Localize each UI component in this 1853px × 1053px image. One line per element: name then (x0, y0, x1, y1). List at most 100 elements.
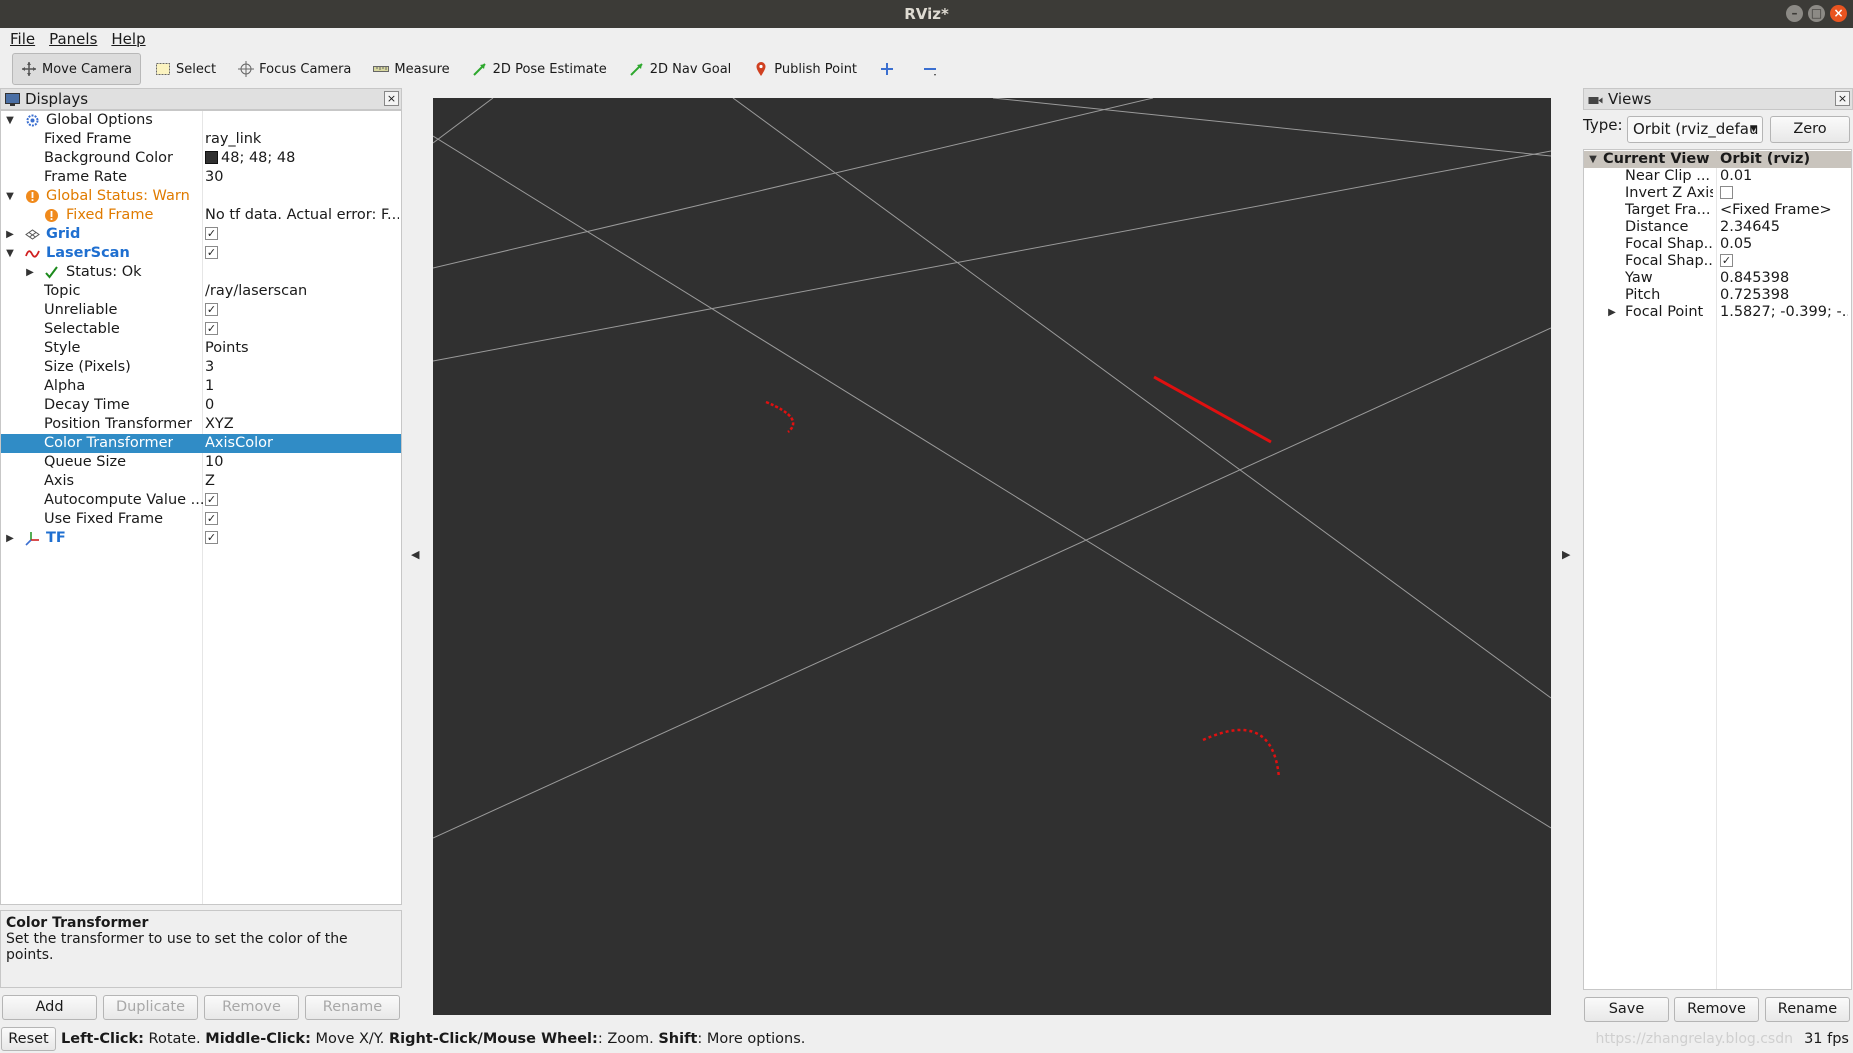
tree-row-status-ok[interactable]: ▶ Status: Ok (1, 263, 401, 282)
close-panel-icon[interactable]: × (384, 91, 399, 106)
fixed-frame-value[interactable]: ray_link (205, 130, 399, 149)
focal-point-value[interactable]: 1.5827; -0.399; -... (1720, 304, 1848, 321)
distance-value[interactable]: 2.34645 (1720, 219, 1848, 236)
tree-row-yaw[interactable]: Yaw 0.845398 (1584, 270, 1851, 287)
collapsed-arrow-icon[interactable]: ▶ (4, 529, 16, 548)
tree-row-distance[interactable]: Distance 2.34645 (1584, 219, 1851, 236)
tree-row-fixed-frame[interactable]: Fixed Frame ray_link (1, 130, 401, 149)
add-tool-button[interactable] (871, 53, 908, 85)
focal-shape-fixed-checkbox[interactable]: ✓ (1720, 253, 1848, 270)
tree-row-frame-rate[interactable]: Frame Rate 30 (1, 168, 401, 187)
decay-time-value[interactable]: 0 (205, 396, 399, 415)
maximize-button[interactable]: □ (1808, 5, 1825, 22)
tree-row-focal-shape-fixed[interactable]: Focal Shap... ✓ (1584, 253, 1851, 270)
tree-row-global-status[interactable]: ▼ Global Status: Warn (1, 187, 401, 206)
tree-row-alpha[interactable]: Alpha 1 (1, 377, 401, 396)
3d-viewport[interactable] (433, 98, 1551, 1015)
menu-panels[interactable]: Panels (49, 28, 97, 50)
near-clip-value[interactable]: 0.01 (1720, 168, 1848, 185)
add-display-button[interactable]: Add (2, 995, 97, 1020)
alpha-value[interactable]: 1 (205, 377, 399, 396)
remove-tool-button[interactable] (914, 53, 951, 85)
menu-help[interactable]: Help (111, 28, 145, 50)
tree-row-selectable[interactable]: Selectable ✓ (1, 320, 401, 339)
target-frame-value[interactable]: <Fixed Frame> (1720, 202, 1848, 219)
tree-row-decay-time[interactable]: Decay Time 0 (1, 396, 401, 415)
collapsed-arrow-icon[interactable]: ▶ (24, 263, 36, 282)
views-tree[interactable]: ▼ Current View Orbit (rviz) Near Clip ..… (1583, 149, 1852, 990)
tree-row-style[interactable]: Style Points (1, 339, 401, 358)
measure-tool[interactable]: Measure (365, 53, 457, 85)
tree-row-position-transformer[interactable]: Position Transformer XYZ (1, 415, 401, 434)
tree-row-autocompute[interactable]: Autocompute Value ... ✓ (1, 491, 401, 510)
laserscan-enabled-checkbox[interactable]: ✓ (205, 244, 399, 263)
minimize-button[interactable]: – (1786, 5, 1803, 22)
selectable-checkbox[interactable]: ✓ (205, 320, 399, 339)
tree-row-topic[interactable]: Topic /ray/laserscan (1, 282, 401, 301)
select-tool[interactable]: Select (147, 53, 224, 85)
expanded-arrow-icon[interactable]: ▼ (1587, 151, 1599, 168)
tree-row-background-color[interactable]: Background Color 48; 48; 48 (1, 149, 401, 168)
render-canvas[interactable] (433, 98, 1551, 1015)
tree-row-unreliable[interactable]: Unreliable ✓ (1, 301, 401, 320)
menu-file[interactable]: File (10, 28, 35, 50)
tree-row-invert-z[interactable]: Invert Z Axis (1584, 185, 1851, 202)
tree-row-current-view[interactable]: ▼ Current View Orbit (rviz) (1584, 151, 1851, 168)
expanded-arrow-icon[interactable]: ▼ (4, 187, 16, 206)
collapsed-arrow-icon[interactable]: ▶ (4, 225, 16, 244)
collapse-right-arrow-icon[interactable]: ▶ (1562, 548, 1570, 561)
tree-row-focal-point[interactable]: ▶ Focal Point 1.5827; -0.399; -... (1584, 304, 1851, 321)
grid-enabled-checkbox[interactable]: ✓ (205, 225, 399, 244)
collapsed-arrow-icon[interactable]: ▶ (1606, 304, 1618, 321)
tree-row-target-frame[interactable]: Target Fra... <Fixed Frame> (1584, 202, 1851, 219)
reset-button[interactable]: Reset (1, 1027, 56, 1051)
nav-goal-tool[interactable]: 2D Nav Goal (621, 53, 740, 85)
rename-display-button[interactable]: Rename (305, 995, 400, 1020)
displays-tree[interactable]: ▼ Global Options Fixed Frame ray_link Ba… (0, 110, 402, 905)
collapse-left-arrow-icon[interactable]: ◀ (411, 548, 419, 561)
tree-row-size[interactable]: Size (Pixels) 3 (1, 358, 401, 377)
pitch-value[interactable]: 0.725398 (1720, 287, 1848, 304)
frame-rate-value[interactable]: 30 (205, 168, 399, 187)
pose-estimate-tool[interactable]: 2D Pose Estimate (464, 53, 615, 85)
position-transformer-value[interactable]: XYZ (205, 415, 399, 434)
expanded-arrow-icon[interactable]: ▼ (4, 244, 16, 263)
tree-row-grid[interactable]: ▶ Grid ✓ (1, 225, 401, 244)
tree-row-axis[interactable]: Axis Z (1, 472, 401, 491)
axis-value[interactable]: Z (205, 472, 399, 491)
save-view-button[interactable]: Save (1584, 997, 1669, 1022)
tree-row-focal-shape-size[interactable]: Focal Shap... 0.05 (1584, 236, 1851, 253)
move-camera-tool[interactable]: Move Camera (12, 53, 142, 85)
background-color-field[interactable]: 48; 48; 48 (205, 149, 399, 168)
tree-row-use-fixed-frame[interactable]: Use Fixed Frame ✓ (1, 510, 401, 529)
color-transformer-value[interactable]: AxisColor (205, 434, 399, 453)
focal-shape-size-value[interactable]: 0.05 (1720, 236, 1848, 253)
style-value[interactable]: Points (205, 339, 399, 358)
rename-view-button[interactable]: Rename (1765, 997, 1850, 1022)
close-button[interactable]: × (1830, 5, 1847, 22)
tree-row-fixed-frame-status[interactable]: Fixed Frame No tf data. Actual error: F.… (1, 206, 401, 225)
close-panel-icon[interactable]: × (1835, 91, 1850, 106)
tree-row-tf[interactable]: ▶ TF ✓ (1, 529, 401, 548)
topic-value[interactable]: /ray/laserscan (205, 282, 399, 301)
zero-button[interactable]: Zero (1770, 116, 1850, 143)
tree-row-queue-size[interactable]: Queue Size 10 (1, 453, 401, 472)
focus-camera-tool[interactable]: Focus Camera (230, 53, 359, 85)
invert-z-checkbox[interactable] (1720, 185, 1848, 202)
queue-size-value[interactable]: 10 (205, 453, 399, 472)
unreliable-checkbox[interactable]: ✓ (205, 301, 399, 320)
tf-enabled-checkbox[interactable]: ✓ (205, 529, 399, 548)
tree-row-pitch[interactable]: Pitch 0.725398 (1584, 287, 1851, 304)
tree-row-color-transformer[interactable]: Color Transformer AxisColor (1, 434, 401, 453)
yaw-value[interactable]: 0.845398 (1720, 270, 1848, 287)
use-fixed-frame-checkbox[interactable]: ✓ (205, 510, 399, 529)
publish-point-tool[interactable]: Publish Point (745, 53, 865, 85)
duplicate-display-button[interactable]: Duplicate (103, 995, 198, 1020)
expanded-arrow-icon[interactable]: ▼ (4, 111, 16, 130)
remove-view-button[interactable]: Remove (1674, 997, 1759, 1022)
tree-row-laserscan[interactable]: ▼ LaserScan ✓ (1, 244, 401, 263)
tree-row-near-clip[interactable]: Near Clip ... 0.01 (1584, 168, 1851, 185)
remove-display-button[interactable]: Remove (204, 995, 299, 1020)
autocompute-checkbox[interactable]: ✓ (205, 491, 399, 510)
size-value[interactable]: 3 (205, 358, 399, 377)
